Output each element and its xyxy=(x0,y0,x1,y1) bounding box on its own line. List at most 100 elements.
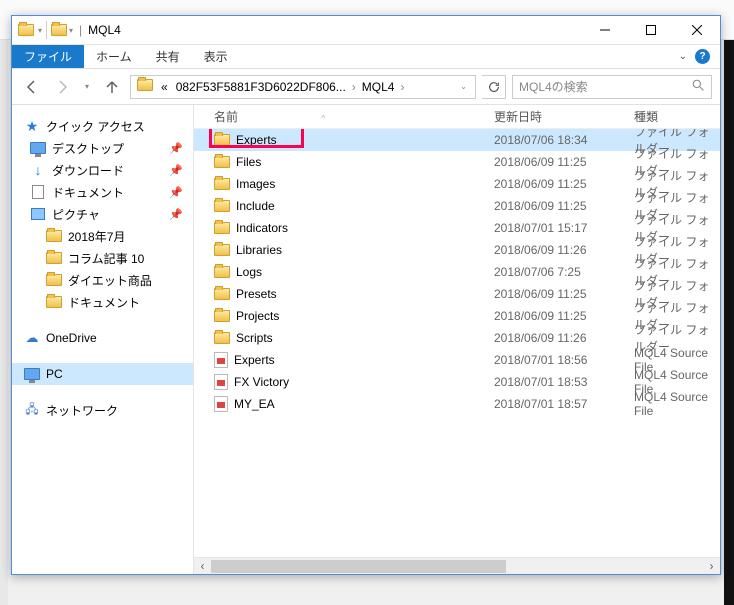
file-name: Indicators xyxy=(236,221,288,235)
sidebar-item-onedrive[interactable]: ☁ OneDrive xyxy=(12,327,193,349)
minimize-button[interactable] xyxy=(582,16,628,45)
file-date: 2018/06/09 11:26 xyxy=(494,331,634,345)
sidebar-item-folder[interactable]: コラム記事 10 xyxy=(12,247,193,269)
file-date: 2018/06/09 11:25 xyxy=(494,177,634,191)
folder-icon xyxy=(46,296,62,308)
file-name: FX Victory xyxy=(234,375,289,389)
column-name[interactable]: 名前 ^ xyxy=(194,108,494,125)
star-icon: ★ xyxy=(24,118,40,134)
chevron-right-icon[interactable]: › xyxy=(350,80,358,94)
sidebar-item-network[interactable]: 🖧 ネットワーク xyxy=(12,399,193,421)
sidebar-item-pictures[interactable]: ピクチャ 📌 xyxy=(12,203,193,225)
file-name: Files xyxy=(236,155,261,169)
tab-view[interactable]: 表示 xyxy=(192,45,240,68)
folder-icon xyxy=(46,274,62,286)
tab-file[interactable]: ファイル xyxy=(12,45,84,68)
sidebar-item-quick-access[interactable]: ★ クイック アクセス xyxy=(12,115,193,137)
file-name: Presets xyxy=(236,287,277,301)
sidebar-item-desktop[interactable]: デスクトップ 📌 xyxy=(12,137,193,159)
recent-locations-button[interactable]: ▾ xyxy=(80,75,94,99)
quick-access-toolbar: ▾ ▾ | MQL4 xyxy=(12,21,127,39)
folder-icon xyxy=(214,310,230,322)
file-date: 2018/06/09 11:25 xyxy=(494,309,634,323)
sidebar-item-label: コラム記事 10 xyxy=(68,250,144,267)
file-date: 2018/07/01 18:53 xyxy=(494,375,634,389)
qat-dropdown-icon[interactable]: ▾ xyxy=(69,26,73,35)
horizontal-scrollbar[interactable]: ‹ › xyxy=(194,557,720,574)
file-name: Libraries xyxy=(236,243,282,257)
file-row[interactable]: MY_EA2018/07/01 18:57MQL4 Source File xyxy=(194,393,720,415)
search-input[interactable]: MQL4の検索 xyxy=(512,75,712,99)
up-button[interactable] xyxy=(100,75,124,99)
folder-icon xyxy=(214,156,230,168)
folder-icon xyxy=(214,332,230,344)
sidebar-item-label: PC xyxy=(46,367,63,381)
sidebar-item-label: ドキュメント xyxy=(68,294,140,311)
breadcrumb[interactable]: « 082F53F5881F3D6022DF806... › MQL4 › ⌄ xyxy=(130,75,476,99)
tab-share[interactable]: 共有 xyxy=(144,45,192,68)
mql4-file-icon xyxy=(214,396,228,412)
download-icon: ↓ xyxy=(30,162,46,178)
folder-icon xyxy=(214,134,230,146)
file-date: 2018/07/06 7:25 xyxy=(494,265,634,279)
file-date: 2018/07/01 18:57 xyxy=(494,397,634,411)
sidebar-item-folder[interactable]: ドキュメント xyxy=(12,291,193,313)
pin-icon: 📌 xyxy=(169,164,183,177)
column-date[interactable]: 更新日時 xyxy=(494,108,634,125)
refresh-button[interactable] xyxy=(482,75,506,99)
titlebar: ▾ ▾ | MQL4 xyxy=(12,16,720,45)
file-date: 2018/06/09 11:25 xyxy=(494,155,634,169)
window-title: MQL4 xyxy=(82,23,121,37)
pin-icon: 📌 xyxy=(169,186,183,199)
folder-icon xyxy=(214,200,230,212)
scrollbar-thumb[interactable] xyxy=(211,560,506,573)
pictures-icon xyxy=(31,208,45,220)
folder-icon[interactable] xyxy=(51,24,67,36)
tab-home[interactable]: ホーム xyxy=(84,45,144,68)
file-list: 名前 ^ 更新日時 種類 Experts2018/07/06 18:34ファイル… xyxy=(194,105,720,574)
folder-icon xyxy=(214,266,230,278)
sort-indicator-icon: ^ xyxy=(321,114,325,123)
chevron-right-icon[interactable]: › xyxy=(398,80,406,94)
file-date: 2018/07/06 18:34 xyxy=(494,133,634,147)
file-name: Include xyxy=(236,199,275,213)
explorer-window: ▾ ▾ | MQL4 ファイル ホーム 共有 表示 ⌄ ? xyxy=(11,15,721,575)
breadcrumb-item[interactable]: 082F53F5881F3D6022DF806... xyxy=(172,80,350,94)
document-icon xyxy=(32,185,44,199)
file-name: Projects xyxy=(236,309,279,323)
file-name: Scripts xyxy=(236,331,273,345)
breadcrumb-dropdown-icon[interactable]: ⌄ xyxy=(454,82,473,91)
sidebar-item-documents[interactable]: ドキュメント 📌 xyxy=(12,181,193,203)
mql4-file-icon xyxy=(214,374,228,390)
sidebar-item-folder[interactable]: 2018年7月 xyxy=(12,225,193,247)
file-type: MQL4 Source File xyxy=(634,390,720,418)
back-button[interactable] xyxy=(20,75,44,99)
mql4-file-icon xyxy=(214,352,228,368)
sidebar-item-label: ピクチャ xyxy=(52,206,100,223)
network-icon: 🖧 xyxy=(24,402,40,418)
file-rows: Experts2018/07/06 18:34ファイル フォルダーFiles20… xyxy=(194,129,720,557)
maximize-button[interactable] xyxy=(628,16,674,45)
file-name: Experts xyxy=(234,353,275,367)
sidebar-item-folder[interactable]: ダイエット商品 xyxy=(12,269,193,291)
navigation-tree: ★ クイック アクセス デスクトップ 📌 ↓ ダウンロード 📌 ドキュメント 📌 xyxy=(12,105,194,574)
qat-dropdown-icon[interactable]: ▾ xyxy=(38,26,42,35)
file-name: Logs xyxy=(236,265,262,279)
cloud-icon: ☁ xyxy=(24,330,40,346)
file-name: Experts xyxy=(236,133,277,147)
sidebar-item-pc[interactable]: PC xyxy=(12,363,193,385)
scroll-right-icon[interactable]: › xyxy=(703,558,720,574)
scroll-left-icon[interactable]: ‹ xyxy=(194,558,211,574)
folder-icon xyxy=(46,230,62,242)
column-type[interactable]: 種類 xyxy=(634,108,720,125)
close-button[interactable] xyxy=(674,16,720,45)
sidebar-item-downloads[interactable]: ↓ ダウンロード 📌 xyxy=(12,159,193,181)
help-icon[interactable]: ? xyxy=(695,49,710,64)
address-bar-row: ▾ « 082F53F5881F3D6022DF806... › MQL4 › … xyxy=(12,69,720,105)
breadcrumb-item[interactable]: MQL4 xyxy=(358,80,399,94)
file-date: 2018/06/09 11:25 xyxy=(494,287,634,301)
ribbon-expand-icon[interactable]: ⌄ xyxy=(679,51,687,62)
ribbon-tabs: ファイル ホーム 共有 表示 ⌄ ? xyxy=(12,45,720,69)
forward-button[interactable] xyxy=(50,75,74,99)
sidebar-item-label: デスクトップ xyxy=(52,140,124,157)
